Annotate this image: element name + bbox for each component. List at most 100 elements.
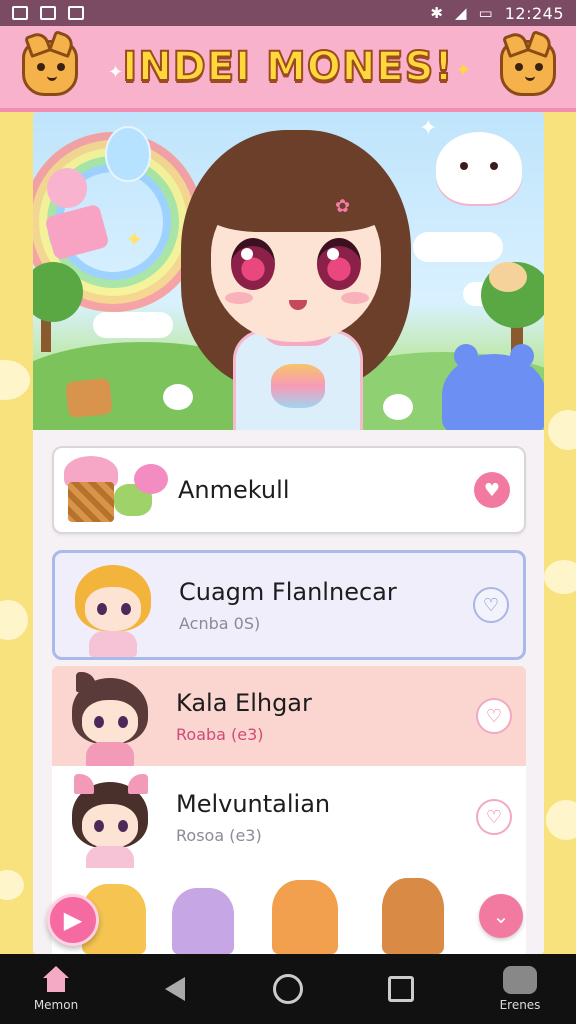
heart-icon: ♡ bbox=[485, 705, 503, 727]
favorite-button[interactable]: ♡ bbox=[476, 799, 512, 835]
chibi-face bbox=[82, 804, 138, 848]
chibi-eye bbox=[97, 603, 107, 615]
list-item-selected[interactable]: Cuagm Flanlnecar Acnba 0S) ♡ bbox=[52, 550, 526, 660]
girl-eye-left bbox=[231, 238, 275, 290]
dessert-thumbnail bbox=[54, 448, 174, 532]
onion-critter-icon bbox=[172, 888, 234, 954]
girl-shirt-print bbox=[271, 364, 325, 408]
background-cloud bbox=[546, 800, 576, 840]
mascot-right-icon[interactable] bbox=[500, 40, 556, 96]
sparkle-icon: ✦ bbox=[125, 228, 144, 253]
small-critter-icon bbox=[163, 384, 193, 410]
cloud-icon bbox=[413, 232, 503, 262]
background-cloud bbox=[0, 360, 30, 400]
back-icon bbox=[165, 977, 185, 1001]
heart-icon: ♥ bbox=[483, 479, 501, 501]
chibi-body bbox=[89, 631, 137, 657]
cat-ear-icon bbox=[76, 672, 96, 692]
background-cloud bbox=[0, 600, 28, 640]
item-subtitle: Roaba (e3) bbox=[176, 724, 264, 744]
heart-icon: ♡ bbox=[482, 594, 500, 616]
status-bar: ✱ ◢ ▭ 12:245 bbox=[0, 0, 576, 26]
chibi-body bbox=[86, 742, 134, 768]
toast-critter-icon bbox=[65, 377, 113, 419]
small-critter-icon bbox=[383, 394, 413, 420]
expand-button[interactable]: ⌄ bbox=[479, 894, 523, 938]
chibi-eye bbox=[121, 603, 131, 615]
item-name: Melvuntalian bbox=[176, 789, 331, 818]
heart-icon: ♡ bbox=[485, 806, 503, 828]
background-cloud bbox=[0, 870, 24, 900]
recents-icon bbox=[388, 976, 414, 1002]
tab-home[interactable]: Memon bbox=[20, 966, 92, 1012]
tab-scenes[interactable]: Erenes bbox=[484, 966, 556, 1012]
tab-home-label: Memon bbox=[33, 998, 79, 1012]
favorite-button[interactable]: ♥ bbox=[474, 472, 510, 508]
sparkle-icon: ✦ bbox=[456, 60, 472, 81]
heart-play-icon: ▶ bbox=[63, 906, 83, 934]
balloon-icon bbox=[47, 168, 87, 208]
mascot-left-icon[interactable] bbox=[22, 40, 78, 96]
bear-critter-icon bbox=[382, 878, 444, 954]
chibi-eye bbox=[118, 820, 128, 832]
chevron-down-icon: ⌄ bbox=[492, 904, 510, 928]
item-subtitle: Acnba 0S) bbox=[179, 613, 261, 633]
background-cloud bbox=[544, 560, 576, 594]
system-back-button[interactable] bbox=[145, 959, 205, 1019]
ghost-critter-icon bbox=[436, 132, 522, 204]
signal-icon bbox=[68, 6, 84, 20]
character-thumbnail bbox=[52, 766, 172, 872]
hero-illustration: ✦ ✦ ✿ bbox=[33, 112, 544, 430]
background-cloud bbox=[548, 410, 576, 450]
home-icon bbox=[39, 966, 73, 994]
chibi-eye bbox=[94, 820, 104, 832]
blue-bear-icon bbox=[442, 344, 544, 430]
wifi-icon: ◢ bbox=[454, 4, 467, 22]
image-icon bbox=[12, 6, 28, 20]
bottom-navigation: Memon Erenes bbox=[0, 954, 576, 1024]
girl-eye-right bbox=[317, 238, 361, 290]
character-thumbnail bbox=[55, 553, 175, 657]
app-title: INDEI MONES! bbox=[121, 43, 454, 91]
hair-clip-icon: ✿ bbox=[335, 196, 351, 217]
app-header: ✦ INDEI MONES! ✦ bbox=[0, 26, 576, 112]
play-button[interactable]: ▶ bbox=[47, 894, 99, 946]
critter-row-thumbnail bbox=[52, 868, 526, 954]
bluetooth-icon: ✱ bbox=[430, 4, 443, 22]
orange-fox-critter-icon bbox=[272, 880, 338, 954]
list-item[interactable]: Anmekull ♥ bbox=[52, 446, 526, 534]
balloon-icon bbox=[105, 126, 151, 182]
clock: 12:245 bbox=[504, 3, 564, 23]
chibi-face bbox=[82, 700, 138, 744]
cloud-icon bbox=[93, 312, 173, 338]
list-item-partial[interactable] bbox=[52, 868, 526, 954]
system-recents-button[interactable] bbox=[371, 959, 431, 1019]
grid-icon bbox=[40, 6, 56, 20]
chibi-eye bbox=[118, 716, 128, 728]
item-name: Kala Elhgar bbox=[176, 688, 312, 717]
ice-cream-cone-icon bbox=[68, 482, 114, 522]
item-subtitle: Rosoa (e3) bbox=[176, 825, 262, 845]
favorite-button[interactable]: ♡ bbox=[473, 587, 509, 623]
list-item[interactable]: Kala Elhgar Roaba (e3) ♡ bbox=[52, 666, 526, 768]
cat-ear-icon bbox=[74, 774, 94, 794]
system-home-button[interactable] bbox=[258, 959, 318, 1019]
list-item[interactable]: Melvuntalian Rosoa (e3) ♡ bbox=[52, 766, 526, 872]
blush bbox=[341, 292, 369, 304]
main-card: ✦ ✦ ✿ Anmekull ♥ Cuagm Flanlnecar Acnba … bbox=[33, 112, 544, 954]
cat-ear-icon bbox=[128, 774, 148, 794]
cotton-candy-icon bbox=[134, 464, 168, 494]
sparkle-icon: ✦ bbox=[419, 116, 438, 141]
chibi-face bbox=[85, 587, 141, 631]
item-name: Anmekull bbox=[178, 476, 290, 504]
girl-bangs bbox=[201, 152, 391, 232]
tab-scenes-label: Erenes bbox=[499, 998, 541, 1012]
circle-home-icon bbox=[273, 974, 303, 1004]
favorite-button[interactable]: ♡ bbox=[476, 698, 512, 734]
blush bbox=[225, 292, 253, 304]
character-list: Anmekull ♥ Cuagm Flanlnecar Acnba 0S) ♡ bbox=[33, 430, 544, 954]
small-critter-icon bbox=[489, 262, 527, 292]
battery-icon: ▭ bbox=[478, 4, 493, 22]
chibi-eye bbox=[94, 716, 104, 728]
character-thumbnail bbox=[52, 666, 172, 768]
